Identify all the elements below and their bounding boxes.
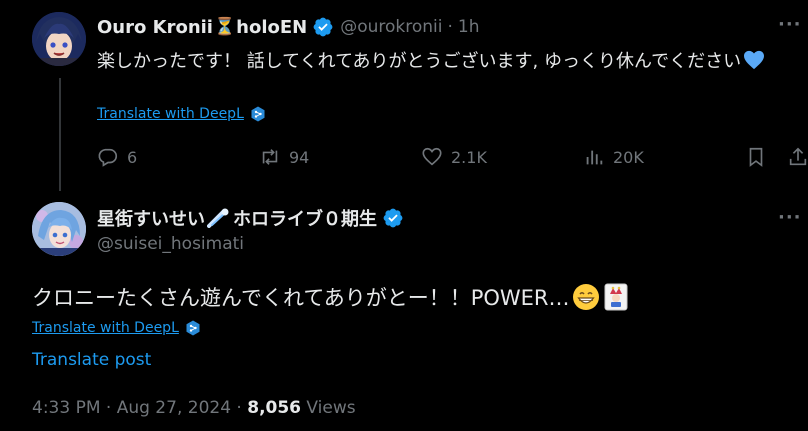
like-button[interactable]: 2.1K [421,146,487,168]
reply-action-bar: 6 94 2.1K 20K [97,146,808,172]
reply-button[interactable]: 6 [97,146,137,168]
heart-icon [422,147,442,166]
avatar-suisei[interactable] [32,202,86,256]
translate-deepl-label[interactable]: Translate with DeepL [97,106,244,122]
reply-translate-deepl-link[interactable]: Translate with DeepL [97,106,266,122]
main-author-handle[interactable]: @suisei_hosimati [97,234,244,254]
main-translate-deepl-link[interactable]: Translate with DeepL [32,320,201,336]
deepl-icon [251,106,265,122]
reply-tweet-text: 楽しかったです！ 話してくれてありがとうございます, ゆっくり休んでください [97,48,797,76]
main-author-name[interactable]: 星街すいせい [97,205,205,231]
reply-author-row: Ouro Kronii ⏳ holoEN @ourokronii · 1h [97,14,480,40]
repost-button[interactable]: 94 [259,146,309,168]
hourglass-icon: ⏳ [213,17,236,37]
reply-count: 6 [127,147,138,167]
main-tweet-text: クロニーたくさん遊んでくれてありがとー！！POWER… [32,282,628,312]
tweet-timestamp[interactable]: 4:33 PM · Aug 27, 2024 [32,398,231,418]
translate-deepl-label[interactable]: Translate with DeepL [32,320,179,336]
reply-time[interactable]: 1h [458,17,480,37]
reply-more-button[interactable]: ··· [778,14,802,35]
verified-badge-icon[interactable] [382,207,404,229]
views-count: 20K [613,147,644,167]
separator-dot: · [447,17,453,37]
repost-count: 94 [289,147,310,167]
reply-author-handle[interactable]: @ourokronii [340,17,442,37]
thread-connector-line [59,78,61,191]
reply-author-name-suffix[interactable]: holoEN [236,17,307,38]
verified-badge-icon[interactable] [312,16,334,38]
analytics-icon [586,150,603,165]
main-more-button[interactable]: ··· [778,207,802,228]
tweet-meta-row: 4:33 PM · Aug 27, 2024 · 8,056 Views [32,398,356,418]
comet-icon [207,208,229,228]
share-icon [789,147,807,166]
tweet-views-count: 8,056 [247,398,302,418]
main-author-name-suffix[interactable]: ホロライブ０期生 [233,205,377,231]
main-author-row: 星街すいせい ホロライブ０期生 [97,205,404,231]
bookmark-button[interactable] [745,146,767,168]
reply-author-name[interactable]: Ouro Kronii [97,17,213,38]
blue-heart-icon [744,50,765,70]
repost-icon [262,149,278,165]
joker-card-icon [604,283,628,311]
tweet-views-label: Views [306,398,356,418]
bookmark-icon [749,147,763,167]
grinning-face-icon [572,284,599,310]
reply-icon [98,148,118,167]
views-button[interactable]: 20K [583,146,644,168]
main-tweet-body: クロニーたくさん遊んでくれてありがとー！！POWER… [32,286,570,310]
share-button[interactable] [787,146,808,168]
like-count: 2.1K [451,147,487,167]
avatar-ouro-kronii[interactable] [32,12,86,66]
deepl-icon [186,320,200,336]
translate-post-link[interactable]: Translate post [32,350,151,370]
meta-separator: · [236,398,242,418]
reply-tweet-body: 楽しかったです！ 話してくれてありがとうございます, ゆっくり休んでください [97,51,742,72]
